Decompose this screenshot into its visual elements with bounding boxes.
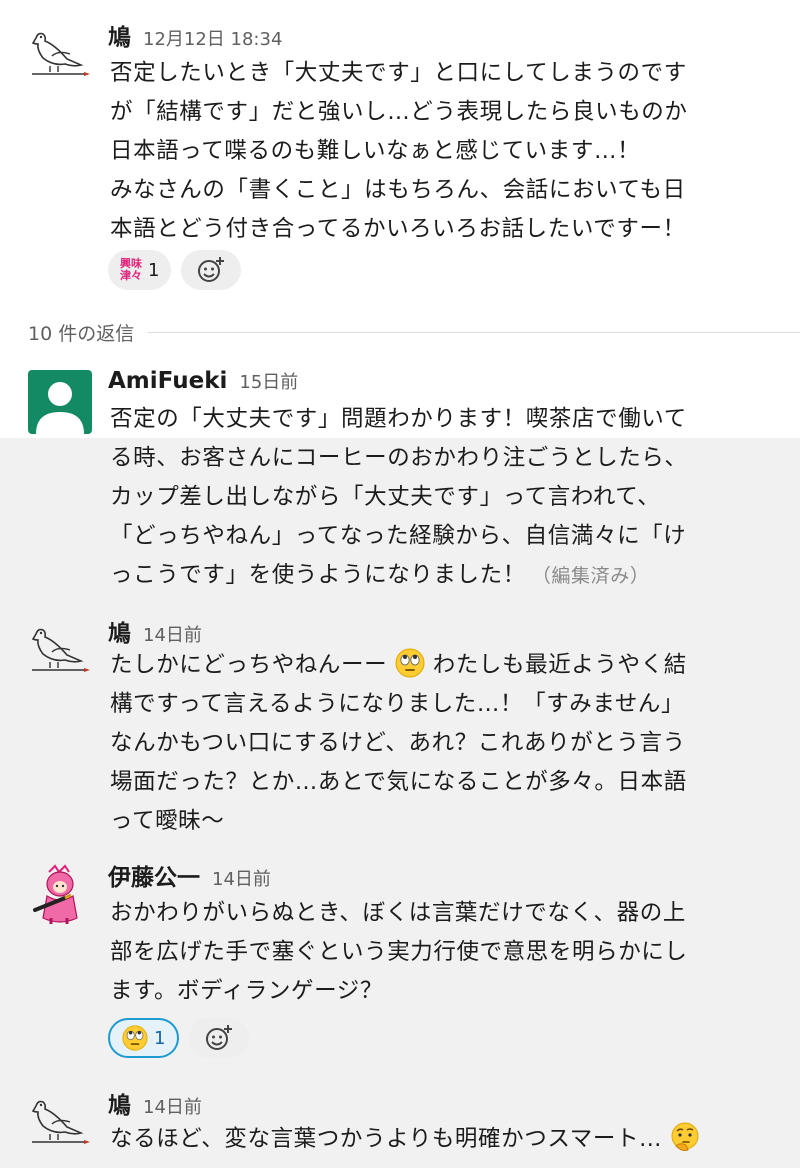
message-text: おかわりがいらぬとき、ぼくは言葉だけでなく、器の上 部を広げた手で塞ぐという実力… bbox=[110, 900, 688, 1004]
eye-roll-emoji-icon bbox=[395, 648, 425, 678]
message-header: 鳩 12月12日 18:34 bbox=[108, 18, 282, 54]
timestamp[interactable]: 14日前 bbox=[143, 1093, 202, 1119]
author-name[interactable]: 鳩 bbox=[108, 18, 131, 52]
pigeon-avatar[interactable] bbox=[28, 26, 92, 90]
pigeon-icon bbox=[31, 628, 90, 672]
pink-character-avatar[interactable] bbox=[28, 864, 92, 928]
reaction-count: 1 bbox=[154, 1027, 166, 1049]
reply-message[interactable]: 伊藤公一 14日前 おかわりがいらぬとき、ぼくは言葉だけでなく、器の上 部を広げ… bbox=[0, 858, 800, 1068]
author-name[interactable]: 伊藤公一 bbox=[108, 858, 200, 892]
reply-message[interactable]: 鳩 14日前 なるほど、変な言葉つかうよりも明確かつスマート… bbox=[0, 1086, 800, 1168]
reply-count-divider: 10 件の返信 bbox=[28, 318, 800, 346]
message-text: なるほど、変な言葉つかうよりも明確かつスマート… bbox=[110, 1120, 770, 1159]
reply-message[interactable]: AmiFueki 15日前 否定の「大丈夫です」問題わかります！喫茶店で働いて … bbox=[0, 368, 800, 598]
edited-label: （編集済み） bbox=[531, 565, 650, 587]
default-user-icon bbox=[28, 370, 92, 434]
message-header: AmiFueki 15日前 bbox=[108, 368, 298, 404]
pigeon-icon bbox=[31, 1100, 90, 1144]
thinking-face-emoji-icon bbox=[671, 1122, 699, 1151]
reply-message[interactable]: 鳩 14日前 たしかにどっちやねんーー わたしも最近ようやく結 構ですって言える… bbox=[0, 614, 800, 836]
eye-roll-emoji-icon bbox=[122, 1025, 148, 1051]
author-name[interactable]: 鳩 bbox=[108, 614, 131, 648]
parent-message[interactable]: 鳩 12月12日 18:34 否定したいとき「大丈夫です」と口にしてしまうのです… bbox=[0, 18, 800, 308]
timestamp[interactable]: 14日前 bbox=[143, 621, 202, 647]
message-header: 鳩 14日前 bbox=[108, 614, 202, 650]
pigeon-avatar[interactable] bbox=[28, 622, 92, 686]
add-reaction-icon bbox=[206, 1025, 233, 1050]
message-header: 鳩 14日前 bbox=[108, 1086, 202, 1122]
reaction-bar: 興味 津々 1 bbox=[108, 250, 242, 290]
pigeon-avatar[interactable] bbox=[28, 1094, 92, 1158]
pigeon-icon bbox=[31, 32, 90, 76]
message-text: 否定の「大丈夫です」問題わかります！喫茶店で働いて る時、お客さんにコーヒーのお… bbox=[110, 406, 688, 588]
timestamp[interactable]: 14日前 bbox=[212, 865, 271, 891]
author-name[interactable]: 鳩 bbox=[108, 1086, 131, 1120]
message-text: 否定したいとき「大丈夫です」と口にしてしまうのです が「結構です」だと強いし…ど… bbox=[110, 60, 688, 242]
message-text: たしかにどっちやねんーー わたしも最近ようやく結 構ですって言えるようになりまし… bbox=[110, 646, 770, 841]
timestamp[interactable]: 15日前 bbox=[239, 368, 298, 394]
kyoumi-shinshin-badge-icon: 興味 津々 bbox=[120, 257, 142, 282]
reaction-count: 1 bbox=[148, 259, 160, 281]
thread-view: 鳩 12月12日 18:34 否定したいとき「大丈夫です」と口にしてしまうのです… bbox=[0, 0, 800, 1168]
add-reaction-button[interactable] bbox=[189, 1018, 250, 1058]
author-name[interactable]: AmiFueki bbox=[108, 368, 227, 394]
add-reaction-icon bbox=[198, 257, 225, 282]
reply-count-label: 10 件の返信 bbox=[28, 322, 135, 345]
reaction-eye-roll[interactable]: 1 bbox=[108, 1018, 180, 1058]
reaction-kyoumi-shinshin[interactable]: 興味 津々 1 bbox=[108, 250, 172, 290]
message-header: 伊藤公一 14日前 bbox=[108, 858, 271, 894]
add-reaction-button[interactable] bbox=[181, 250, 242, 290]
reaction-bar: 1 bbox=[108, 1018, 250, 1058]
timestamp[interactable]: 12月12日 18:34 bbox=[143, 25, 282, 51]
pink-character-icon bbox=[33, 864, 78, 924]
divider-line bbox=[148, 331, 800, 333]
default-user-avatar[interactable] bbox=[28, 370, 92, 434]
